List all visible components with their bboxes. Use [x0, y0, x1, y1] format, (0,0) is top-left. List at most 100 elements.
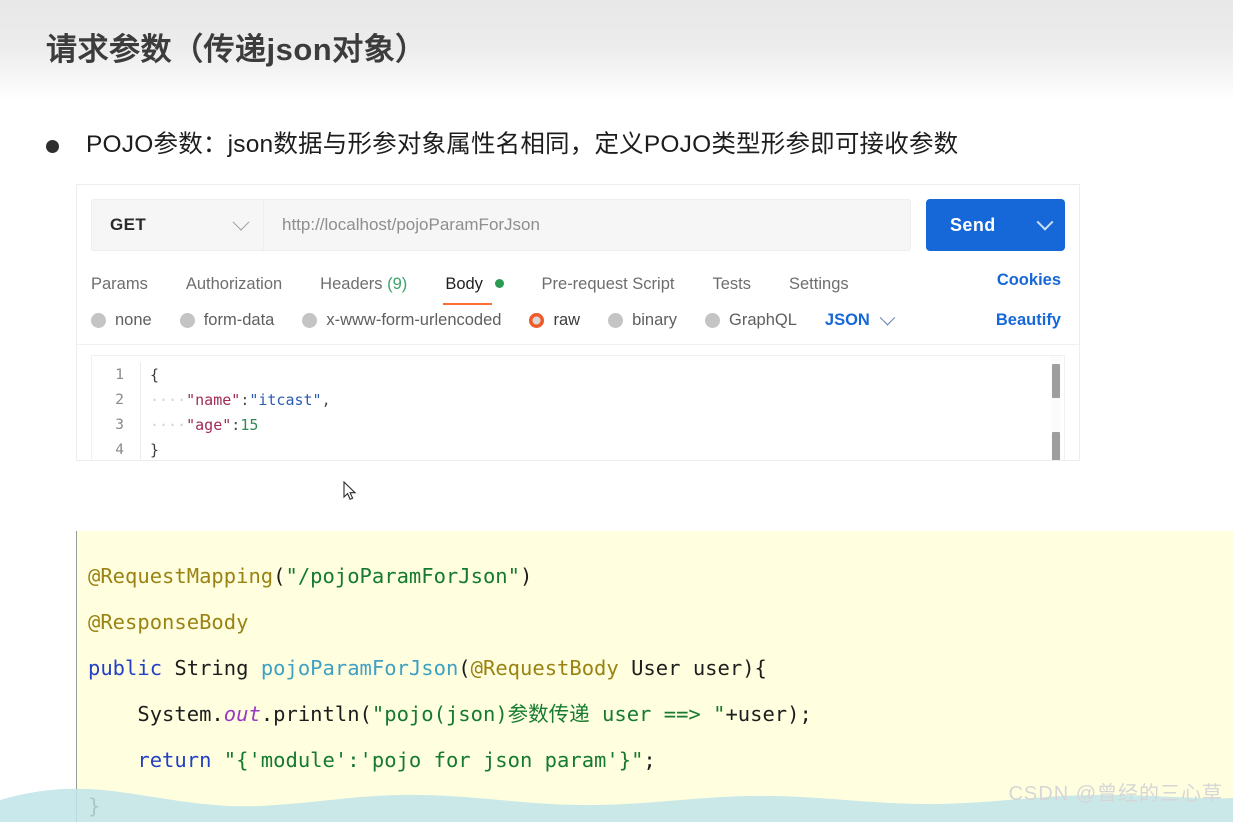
tab-label: Tests	[712, 275, 751, 293]
tab-headers[interactable]: Headers (9)	[320, 267, 407, 305]
radio-none[interactable]: none	[91, 311, 152, 330]
keyword-return: return	[137, 748, 212, 772]
tab-settings[interactable]: Settings	[789, 267, 849, 305]
page-title: 请求参数（传递json对象）	[46, 32, 427, 67]
radio-icon	[608, 313, 624, 328]
tab-params[interactable]: Params	[91, 267, 148, 305]
chevron-down-icon[interactable]	[879, 309, 896, 326]
tab-tests[interactable]: Tests	[712, 267, 751, 305]
json-colon: :	[240, 390, 250, 409]
json-string-value: "itcast"	[249, 390, 322, 409]
editor-scrollbar-thumb-secondary[interactable]	[1052, 432, 1060, 460]
request-tabs: Params Authorization Headers (9) Body Pr…	[77, 261, 1079, 305]
tab-pre-request-script[interactable]: Pre-request Script	[542, 267, 675, 305]
param-type: User	[631, 656, 681, 680]
tab-label: Body	[445, 275, 483, 293]
json-indent-dots: ····	[150, 390, 187, 409]
json-brace: {	[150, 365, 160, 384]
println-tail: +user);	[725, 702, 812, 726]
mapping-path-string: "/pojoParamForJson"	[285, 564, 520, 588]
radio-label: none	[115, 311, 152, 329]
field-out: out	[223, 702, 261, 726]
body-type-radio-group: none form-data x-www-form-urlencoded raw…	[77, 305, 1079, 345]
editor-line: 3 ····"age":15	[92, 412, 1064, 437]
tab-authorization[interactable]: Authorization	[186, 267, 282, 305]
paren-open: (	[458, 656, 471, 680]
request-url-row: GET http://localhost/pojoParamForJson Se…	[77, 185, 1079, 261]
csdn-watermark: CSDN @曾经的三心草	[1008, 783, 1223, 805]
brace-close: }	[88, 794, 101, 818]
tab-label: Pre-request Script	[541, 275, 675, 293]
line-number: 2	[115, 391, 124, 408]
json-comma: ,	[321, 390, 331, 409]
http-method-label: GET	[110, 215, 147, 234]
radio-form-data[interactable]: form-data	[179, 311, 275, 330]
body-format-select-label[interactable]: JSON	[825, 311, 870, 330]
radio-icon	[179, 313, 195, 328]
radio-icon	[705, 313, 721, 328]
json-brace: }	[150, 440, 160, 459]
editor-lines: 1 { 2 ····"name":"itcast", 3 ····"age":1…	[92, 356, 1064, 460]
radio-selected-icon	[529, 313, 545, 328]
json-number-value: 15	[240, 415, 259, 434]
radio-graphql[interactable]: GraphQL	[705, 311, 797, 330]
radio-icon	[91, 313, 106, 328]
tab-label: Settings	[789, 275, 849, 293]
bullet-item: POJO参数：json数据与形参对象属性名相同，定义POJO类型形参即可接收参数	[46, 130, 958, 159]
radio-binary[interactable]: binary	[608, 311, 677, 330]
editor-line-code: ····"age":15	[141, 416, 258, 434]
radio-label: form-data	[203, 311, 275, 329]
brace-open: ){	[742, 656, 767, 680]
return-string: "{'module':'pojo for json param'}"	[223, 748, 644, 772]
tab-body[interactable]: Body	[443, 267, 504, 305]
json-colon: :	[231, 415, 241, 434]
send-button[interactable]: Send	[926, 199, 1065, 251]
radio-label: GraphQL	[729, 311, 797, 329]
paren-close: )	[519, 564, 533, 588]
editor-line: 4 }	[92, 437, 1064, 460]
semicolon: ;	[643, 748, 656, 772]
send-button-label: Send	[950, 214, 996, 235]
radio-raw[interactable]: raw	[529, 311, 580, 330]
editor-line-code: {	[141, 366, 159, 384]
chevron-down-icon	[232, 213, 250, 231]
bullet-text: POJO参数：json数据与形参对象属性名相同，定义POJO类型形参即可接收参数	[86, 131, 959, 158]
line-number: 3	[115, 416, 124, 433]
line-number: 1	[115, 366, 124, 383]
json-body-editor[interactable]: 1 { 2 ····"name":"itcast", 3 ····"age":1…	[91, 355, 1065, 460]
println-string: "pojo(json)参数传递 user ==> "	[371, 702, 726, 726]
radio-x-www-form-urlencoded[interactable]: x-www-form-urlencoded	[302, 311, 501, 330]
chevron-down-icon[interactable]	[1036, 213, 1054, 231]
tab-label: Params	[91, 275, 148, 293]
headers-count: (9)	[387, 275, 408, 293]
radio-label: x-www-form-urlencoded	[326, 311, 502, 329]
system-prefix: System.	[137, 702, 224, 726]
url-input[interactable]: http://localhost/pojoParamForJson	[263, 199, 911, 251]
return-type: String	[174, 656, 249, 680]
json-key: "age"	[186, 415, 232, 434]
bullet-dot-icon	[46, 140, 59, 153]
radio-label: binary	[632, 311, 678, 329]
annotation-response-body: @ResponseBody	[88, 610, 249, 634]
beautify-link[interactable]: Beautify	[996, 311, 1065, 330]
editor-scrollbar-thumb[interactable]	[1052, 364, 1060, 398]
radio-icon	[302, 313, 318, 328]
postman-request-card: GET http://localhost/pojoParamForJson Se…	[76, 184, 1080, 461]
annotation-request-mapping: @RequestMapping	[88, 564, 274, 588]
cookies-link[interactable]: Cookies	[997, 271, 1065, 301]
slide-header-band: 请求参数（传递json对象）	[0, 0, 1233, 100]
editor-line: 1 {	[92, 362, 1064, 387]
tab-label: Headers	[320, 275, 383, 293]
body-active-dot-icon	[494, 279, 504, 288]
http-method-select[interactable]: GET	[91, 199, 263, 251]
editor-line: 2 ····"name":"itcast",	[92, 387, 1064, 412]
println-call: .println(	[260, 702, 372, 726]
line-number: 4	[115, 441, 124, 458]
radio-label: raw	[553, 311, 581, 329]
